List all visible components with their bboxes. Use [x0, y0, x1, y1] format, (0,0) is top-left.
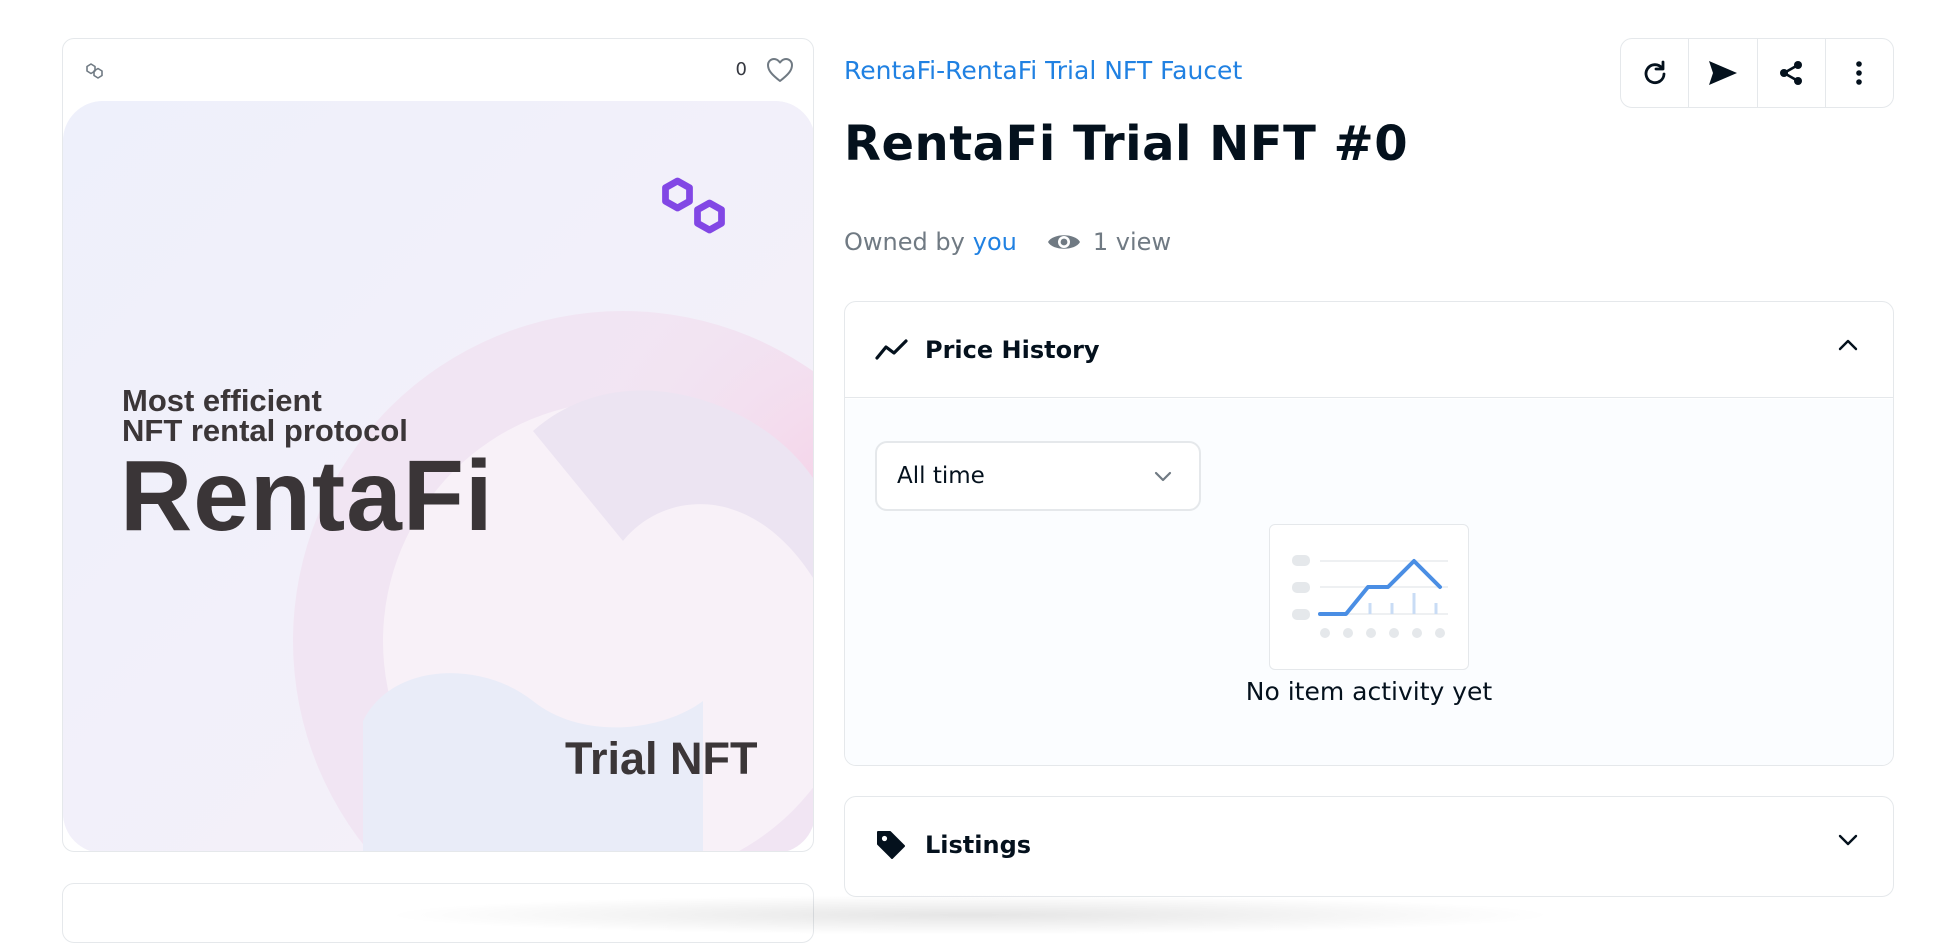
tag-icon	[875, 828, 909, 862]
share-button[interactable]	[1758, 39, 1826, 107]
empty-activity-message: No item activity yet	[1245, 677, 1493, 706]
chevron-down-icon	[1154, 471, 1172, 482]
favorites-count: 0	[735, 59, 747, 80]
chevron-up-icon	[1838, 339, 1858, 351]
price-history-body: All time No item activity yet	[845, 399, 1893, 765]
owner-link[interactable]: you	[973, 228, 1017, 256]
share-icon	[1780, 61, 1803, 85]
artwork-caption: Trial NFT	[565, 733, 758, 784]
media-card: 0 Most efficient NFT rental protocol Ren…	[62, 38, 814, 852]
eye-icon	[1047, 235, 1080, 249]
artwork-brand: RentaFi	[120, 440, 494, 552]
price-history-title: Price History	[925, 335, 1100, 364]
collection-link[interactable]: RentaFi-RentaFi Trial NFT Faucet	[844, 56, 1242, 85]
refresh-button[interactable]	[1621, 39, 1690, 107]
empty-chart-illustration	[1269, 524, 1469, 670]
heart-icon[interactable]	[765, 55, 795, 85]
view-count-text: 1 view	[1092, 228, 1172, 256]
nft-image[interactable]: Most efficient NFT rental protocol Renta…	[63, 101, 813, 851]
floating-bar-shadow	[380, 895, 1560, 935]
price-history-header[interactable]: Price History	[845, 302, 1893, 398]
trending-icon	[875, 333, 909, 367]
listings-header[interactable]: Listings	[845, 797, 1893, 893]
view-count: 1 view	[1047, 228, 1171, 256]
time-range-value: All time	[897, 463, 985, 489]
owner-line: Owned by you 1 view	[844, 228, 1171, 256]
price-history-panel: Price History All time No item activity …	[844, 301, 1894, 766]
time-range-select[interactable]: All time	[875, 441, 1201, 511]
listings-panel: Listings	[844, 796, 1894, 897]
send-icon	[1708, 61, 1737, 85]
listings-title: Listings	[925, 831, 1032, 859]
polygon-chain-icon	[86, 63, 103, 79]
transfer-button[interactable]	[1689, 39, 1758, 107]
owned-by-label: Owned by	[844, 228, 965, 256]
refresh-icon	[1644, 60, 1666, 85]
more-options-button[interactable]	[1826, 39, 1893, 107]
item-title: RentaFi Trial NFT #0	[844, 116, 1409, 172]
more-icon	[1856, 61, 1863, 85]
artwork-tagline: Most efficient NFT rental protocol	[122, 383, 408, 448]
chevron-down-icon	[1838, 834, 1858, 846]
item-toolbar	[1620, 38, 1894, 108]
